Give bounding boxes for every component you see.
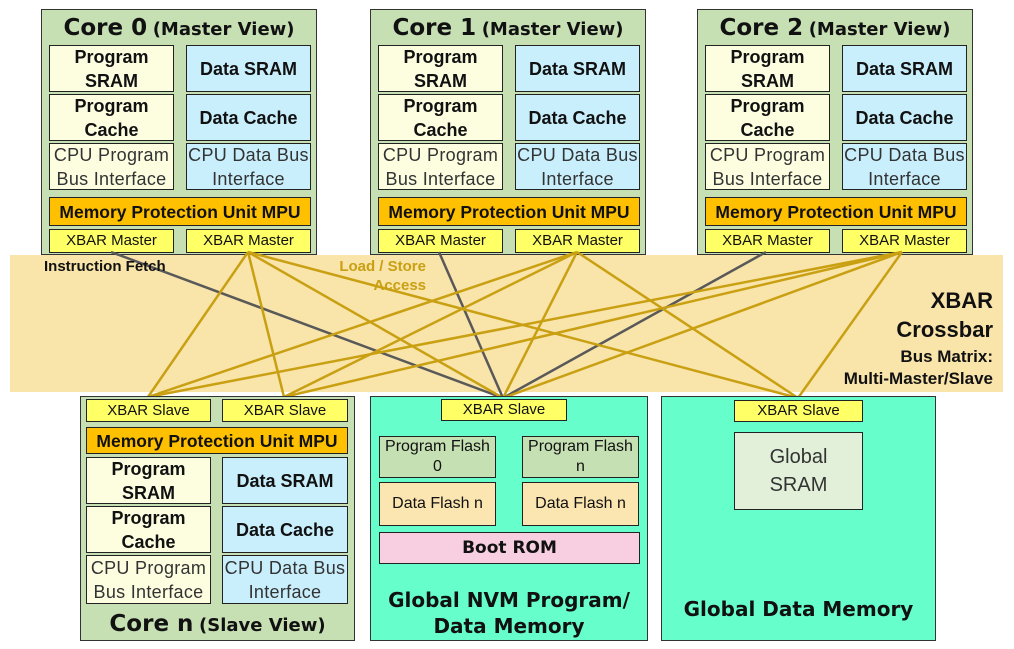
load-store-line-core1-m2-to-global — [576, 250, 799, 400]
global-data-title: Global Data Memory — [683, 597, 914, 621]
cpu-data-bus-interface: CPU Data Bus Interface — [222, 555, 348, 604]
data-flash-n-1: Data Flash n — [379, 482, 496, 526]
xbar-slave-1: XBAR Slave — [86, 399, 211, 422]
program-sram: Program SRAM — [86, 457, 211, 504]
data-flash-n-2: Data Flash n — [522, 482, 639, 526]
instruction-fetch-line-core1-m1-to-nvm — [437, 251, 505, 399]
xbar-slave-2: XBAR Slave — [222, 399, 348, 422]
xbar-title-line-1: XBAR — [930, 288, 993, 313]
nvm-title: Global NVM Program/ Data Memory — [371, 587, 647, 639]
global-sram: Global SRAM — [734, 432, 863, 510]
xbar-slave: XBAR Slave — [441, 399, 567, 421]
instruction-fetch-label: Instruction Fetch — [44, 257, 166, 276]
core-n-slave: XBAR Slave XBAR Slave Memory Protection … — [80, 396, 355, 641]
mpu: Memory Protection Unit MPU — [86, 427, 348, 454]
bus-matrix-line-2: Multi-Master/Slave — [843, 369, 993, 388]
data-sram: Data SRAM — [222, 457, 348, 504]
instruction-fetch-line-core2-m1-to-nvm — [502, 250, 767, 400]
core-n-title: Core n (Slave View) — [81, 611, 354, 637]
load-store-line-core2-m2-to-coren-s1 — [147, 250, 903, 399]
instruction-fetch-text: Instruction Fetch — [44, 258, 166, 275]
load-store-line-core2-m2-to-nvm — [502, 250, 903, 400]
bus-matrix-line-1: Bus Matrix: — [900, 347, 993, 366]
instruction-fetch-line-core0-m1-to-nvm — [110, 250, 504, 400]
xbar-title: XBAR Crossbar — [896, 286, 993, 344]
nvm-title-line-1: Global NVM Program/ — [388, 588, 630, 612]
global-nvm-memory: XBAR Slave Program Flash 0 Program Flash… — [370, 396, 648, 641]
program-cache: Program Cache — [86, 506, 211, 553]
boot-rom: Boot ROM — [379, 532, 640, 564]
program-flash-n: Program Flash n — [522, 436, 639, 478]
diagram: Core 0 (Master View) Program SRAM Data S… — [0, 0, 1014, 649]
bus-matrix-label: Bus Matrix: Multi-Master/Slave — [844, 346, 993, 390]
core-name: Core n — [109, 611, 194, 637]
xbar-title-line-2: Crossbar — [896, 317, 993, 342]
data-cache: Data Cache — [222, 506, 348, 553]
global-data-memory: XBAR Slave Global SRAM Global Data Memor… — [661, 396, 936, 641]
load-store-label: Load / Store Access — [339, 258, 426, 294]
core-view: (Slave View) — [199, 615, 326, 636]
nvm-title-line-2: Data Memory — [433, 614, 585, 638]
xbar-slave: XBAR Slave — [734, 400, 863, 422]
cpu-program-bus-interface: CPU Program Bus Interface — [86, 555, 211, 604]
program-flash-0: Program Flash 0 — [379, 436, 496, 478]
